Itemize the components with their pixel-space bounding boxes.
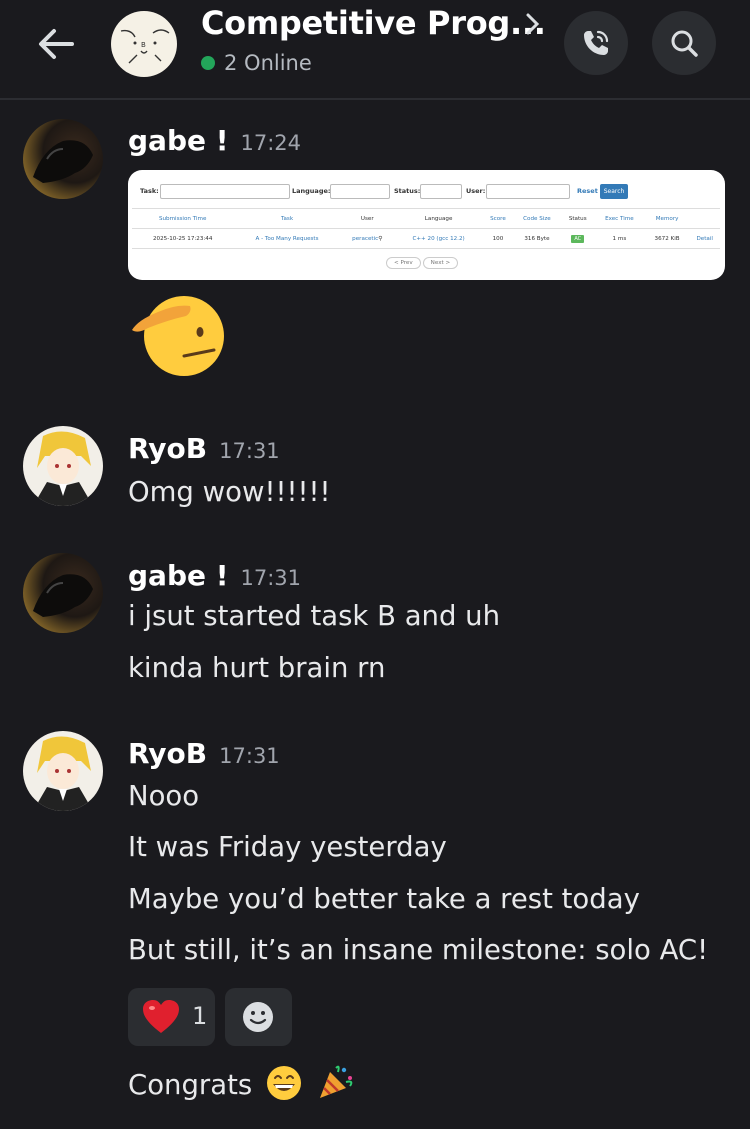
chevron-right-icon[interactable] [522, 9, 544, 39]
add-reaction-button[interactable] [225, 988, 292, 1046]
author-name[interactable]: gabe ! [128, 559, 229, 592]
user-avatar[interactable] [23, 731, 103, 811]
message-author[interactable]: RyoB 17:31 [128, 432, 280, 465]
prev-page: < Prev [386, 257, 421, 269]
author-name[interactable]: RyoB [128, 737, 207, 770]
message-text: It was Friday yesterday [128, 831, 447, 863]
message-timestamp: 17:24 [240, 131, 302, 155]
search-submit-button: Search [600, 184, 628, 199]
column-header: Exec Time [594, 208, 645, 229]
search-button[interactable] [652, 11, 716, 75]
task-filter-label: Task: [140, 187, 159, 195]
user-link: peracetic⚲ [340, 228, 394, 249]
message-author[interactable]: gabe ! 17:31 [128, 559, 301, 592]
message-timestamp: 17:31 [219, 439, 280, 463]
detail-link: Detail [689, 228, 720, 249]
reset-link: Reset [577, 187, 598, 195]
exec-time: 1 ms [594, 228, 645, 249]
message-text: Omg wow!!!!!! [128, 476, 331, 508]
user-link-text: peracetic [352, 235, 379, 242]
message-timestamp: 17:31 [219, 744, 280, 768]
language-filter-label: Language: [292, 187, 331, 195]
task-link: A - Too Many Requests [233, 228, 341, 249]
status-badge: AC [571, 234, 585, 243]
call-button[interactable] [564, 11, 628, 75]
column-header: Code Size [512, 208, 562, 229]
reaction-heart[interactable]: 1 [128, 988, 215, 1046]
search-icon [671, 30, 698, 57]
score: 100 [483, 228, 513, 249]
message-timestamp: 17:31 [240, 566, 302, 590]
column-header: Submission Time [132, 208, 234, 229]
submissions-table: Submission Time Task User Language Score… [132, 208, 720, 249]
status-filter-label: Status: [394, 187, 421, 195]
column-header: User [340, 208, 394, 229]
saluting-face-icon[interactable] [128, 290, 226, 382]
message-text: Nooo [128, 780, 200, 812]
heart-icon [143, 1000, 179, 1033]
message-text-congrats: Congrats [128, 1069, 253, 1101]
party-popper-icon [319, 1065, 352, 1098]
online-status: 2 Online [201, 51, 312, 75]
online-dot-icon [201, 56, 215, 70]
message-text: Maybe you’d better take a rest today [128, 883, 640, 915]
image-attachment[interactable]: Task: Language: Status: User: Reset Sear… [128, 170, 725, 280]
channel-header: B Competitive Prog... 2 Online [0, 0, 750, 100]
table-header-row: Submission Time Task User Language Score… [132, 208, 720, 229]
user-filter-label: User: [466, 187, 486, 195]
reaction-count: 1 [192, 1002, 208, 1030]
channel-title[interactable]: Competitive Prog... [201, 4, 546, 42]
submission-time: 2025-10-25 17:23:44 [132, 228, 234, 249]
magnifier-icon: ⚲ [378, 235, 383, 242]
language-filter-select [330, 184, 390, 199]
grinning-face-icon [266, 1066, 301, 1100]
column-header: Memory [644, 208, 690, 229]
next-page: Next > [422, 257, 459, 269]
message-author[interactable]: RyoB 17:31 [128, 737, 280, 770]
user-filter-input [486, 184, 570, 199]
status-filter-select [420, 184, 462, 199]
table-row: 2025-10-25 17:23:44 A - Too Many Request… [132, 228, 720, 249]
message-author[interactable]: gabe ! 17:24 [128, 124, 301, 157]
user-avatar[interactable] [23, 426, 103, 506]
column-header: Status [561, 208, 595, 229]
message-text: kinda hurt brain rn [128, 652, 386, 684]
author-name[interactable]: RyoB [128, 432, 207, 465]
back-button[interactable] [34, 22, 78, 66]
code-size: 316 Byte [512, 228, 562, 249]
user-avatar[interactable] [23, 553, 103, 633]
task-filter-select [160, 184, 290, 199]
column-header [689, 208, 720, 229]
status: AC [561, 228, 595, 249]
phone-icon [584, 30, 609, 55]
language-link: C++ 20 (gcc 12.2) [393, 228, 484, 249]
group-avatar[interactable]: B [111, 11, 177, 77]
memory: 3672 KiB [644, 228, 690, 249]
column-header: Score [483, 208, 513, 229]
column-header: Task [233, 208, 341, 229]
add-reaction-icon [243, 1002, 273, 1032]
pagination: < Prev Next > [386, 257, 460, 269]
online-count: 2 Online [224, 51, 312, 75]
message-text: Congrats [128, 1062, 356, 1102]
message-text: i jsut started task B and uh [128, 600, 501, 632]
message-text: But still, it’s an insane milestone: sol… [128, 934, 709, 966]
author-name[interactable]: gabe ! [128, 124, 229, 157]
user-avatar[interactable] [23, 119, 103, 199]
column-header: Language [393, 208, 484, 229]
arrow-left-icon [39, 29, 74, 59]
submission-filters: Task: Language: Status: User: Reset Sear… [140, 184, 710, 200]
svg-text:B: B [141, 41, 146, 49]
